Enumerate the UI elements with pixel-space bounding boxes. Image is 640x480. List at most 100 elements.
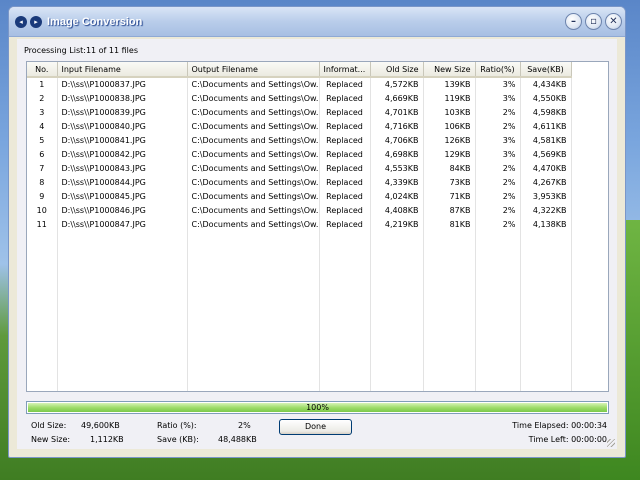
cell-new-size: 103KB <box>423 105 476 119</box>
cell-no: 2 <box>27 91 58 105</box>
column-header-information[interactable]: Informat... <box>319 62 371 78</box>
table-row[interactable]: 1 D:\\ss\\P1000837.JPG C:\Documents and … <box>27 77 572 91</box>
cell-information: Replaced <box>319 161 371 175</box>
cell-save: 4,598KB <box>520 105 572 119</box>
resize-grip[interactable] <box>607 439 615 447</box>
cell-ratio: 2% <box>475 175 521 189</box>
cell-old-size: 4,698KB <box>370 147 424 161</box>
cell-output-filename: C:\Documents and Settings\Ow... <box>187 133 320 147</box>
ratio-value: 2% <box>238 421 251 430</box>
processing-list-label: Processing List:11 of 11 files <box>24 46 138 55</box>
grid-line <box>57 79 58 391</box>
cell-input-filename: D:\\ss\\P1000840.JPG <box>57 119 188 133</box>
table-row[interactable]: 6 D:\\ss\\P1000842.JPG C:\Documents and … <box>27 147 572 161</box>
column-header-old-size[interactable]: Old Size <box>370 62 424 78</box>
grid-line <box>423 79 424 391</box>
cell-no: 3 <box>27 105 58 119</box>
cell-new-size: 106KB <box>423 119 476 133</box>
table-row[interactable]: 8 D:\\ss\\P1000844.JPG C:\Documents and … <box>27 175 572 189</box>
cell-old-size: 4,553KB <box>370 161 424 175</box>
cell-output-filename: C:\Documents and Settings\Ow... <box>187 119 320 133</box>
new-size-value: 1,112KB <box>90 435 124 444</box>
cell-output-filename: C:\Documents and Settings\Ow... <box>187 147 320 161</box>
column-header-ratio[interactable]: Ratio(%) <box>475 62 521 78</box>
cell-ratio: 2% <box>475 105 521 119</box>
cell-input-filename: D:\\ss\\P1000843.JPG <box>57 161 188 175</box>
table-row[interactable]: 4 D:\\ss\\P1000840.JPG C:\Documents and … <box>27 119 572 133</box>
table-row[interactable]: 3 D:\\ss\\P1000839.JPG C:\Documents and … <box>27 105 572 119</box>
cell-old-size: 4,219KB <box>370 217 424 231</box>
cell-new-size: 84KB <box>423 161 476 175</box>
time-elapsed: Time Elapsed: 00:00:34 <box>512 421 607 430</box>
cell-ratio: 2% <box>475 203 521 217</box>
done-button[interactable]: Done <box>279 419 352 435</box>
cell-new-size: 71KB <box>423 189 476 203</box>
cell-no: 4 <box>27 119 58 133</box>
cell-input-filename: D:\\ss\\P1000837.JPG <box>57 77 188 91</box>
cell-no: 1 <box>27 77 58 91</box>
time-left: Time Left: 00:00:00 <box>528 435 607 444</box>
image-conversion-window: ◂ ▸ Image Conversion – ▫ ✕ Processing Li… <box>8 6 626 458</box>
cell-input-filename: D:\\ss\\P1000839.JPG <box>57 105 188 119</box>
minimize-icon[interactable]: – <box>565 13 582 30</box>
table-row[interactable]: 2 D:\\ss\\P1000838.JPG C:\Documents and … <box>27 91 572 105</box>
cell-no: 9 <box>27 189 58 203</box>
cell-output-filename: C:\Documents and Settings\Ow... <box>187 203 320 217</box>
cell-ratio: 3% <box>475 91 521 105</box>
cell-ratio: 2% <box>475 217 521 231</box>
cell-save: 4,581KB <box>520 133 572 147</box>
cell-new-size: 119KB <box>423 91 476 105</box>
cell-old-size: 4,706KB <box>370 133 424 147</box>
close-icon[interactable]: ✕ <box>605 13 622 30</box>
forward-icon[interactable]: ▸ <box>30 15 42 28</box>
table-row[interactable]: 11 D:\\ss\\P1000847.JPG C:\Documents and… <box>27 217 572 231</box>
cell-input-filename: D:\\ss\\P1000841.JPG <box>57 133 188 147</box>
cell-input-filename: D:\\ss\\P1000844.JPG <box>57 175 188 189</box>
cell-old-size: 4,339KB <box>370 175 424 189</box>
cell-input-filename: D:\\ss\\P1000847.JPG <box>57 217 188 231</box>
maximize-icon[interactable]: ▫ <box>585 13 602 30</box>
window-title: Image Conversion <box>47 15 143 28</box>
cell-information: Replaced <box>319 175 371 189</box>
file-list-table[interactable]: No. Input Filename Output Filename Infor… <box>26 61 609 392</box>
cell-old-size: 4,024KB <box>370 189 424 203</box>
ratio-label: Ratio (%): <box>157 421 197 430</box>
titlebar[interactable]: ◂ ▸ Image Conversion – ▫ ✕ <box>9 7 625 37</box>
table-row[interactable]: 9 D:\\ss\\P1000845.JPG C:\Documents and … <box>27 189 572 203</box>
cell-no: 6 <box>27 147 58 161</box>
cell-information: Replaced <box>319 91 371 105</box>
new-size-label: New Size: <box>31 435 71 444</box>
table-row[interactable]: 7 D:\\ss\\P1000843.JPG C:\Documents and … <box>27 161 572 175</box>
grid-line <box>520 79 521 391</box>
cell-ratio: 3% <box>475 133 521 147</box>
table-row[interactable]: 5 D:\\ss\\P1000841.JPG C:\Documents and … <box>27 133 572 147</box>
column-header-no[interactable]: No. <box>27 62 58 78</box>
cell-save: 4,569KB <box>520 147 572 161</box>
cell-old-size: 4,408KB <box>370 203 424 217</box>
column-header-input-filename[interactable]: Input Filename <box>57 62 188 78</box>
grid-line <box>370 79 371 391</box>
cell-information: Replaced <box>319 147 371 161</box>
cell-save: 4,434KB <box>520 77 572 91</box>
cell-save: 4,267KB <box>520 175 572 189</box>
cell-output-filename: C:\Documents and Settings\Ow... <box>187 189 320 203</box>
progress-bar: 100% <box>26 401 609 414</box>
column-header-save[interactable]: Save(KB) <box>520 62 572 78</box>
cell-save: 4,611KB <box>520 119 572 133</box>
cell-input-filename: D:\\ss\\P1000845.JPG <box>57 189 188 203</box>
save-label: Save (KB): <box>157 435 199 444</box>
cell-information: Replaced <box>319 203 371 217</box>
cell-output-filename: C:\Documents and Settings\Ow... <box>187 175 320 189</box>
cell-output-filename: C:\Documents and Settings\Ow... <box>187 217 320 231</box>
cell-input-filename: D:\\ss\\P1000846.JPG <box>57 203 188 217</box>
cell-ratio: 3% <box>475 77 521 91</box>
column-header-output-filename[interactable]: Output Filename <box>187 62 320 78</box>
back-icon[interactable]: ◂ <box>15 15 27 28</box>
content-panel: Processing List:11 of 11 files No. Input… <box>17 39 617 449</box>
cell-ratio: 3% <box>475 147 521 161</box>
old-size-value: 49,600KB <box>81 421 120 430</box>
cell-information: Replaced <box>319 133 371 147</box>
grid-line <box>187 79 188 391</box>
column-header-new-size[interactable]: New Size <box>423 62 476 78</box>
table-row[interactable]: 10 D:\\ss\\P1000846.JPG C:\Documents and… <box>27 203 572 217</box>
